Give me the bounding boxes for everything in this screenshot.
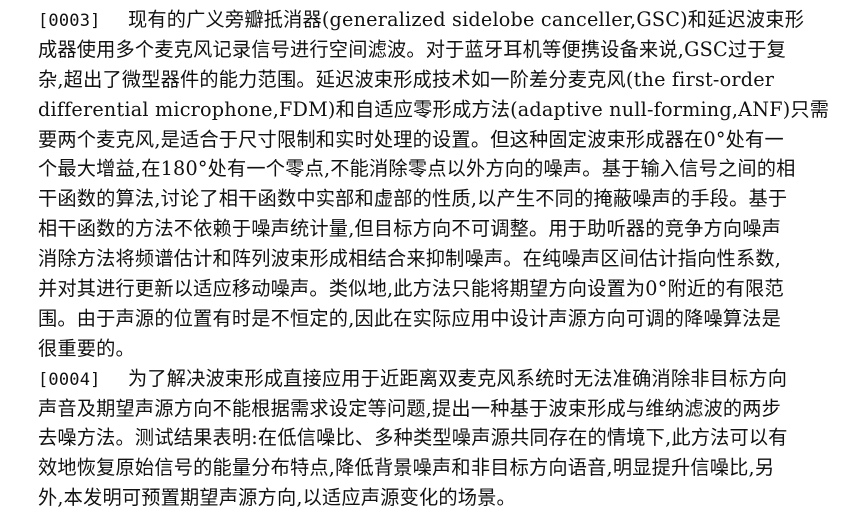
- paragraph-0003-line-5: 要两个麦克风,是适合于尺寸限制和实时处理的设置。但这种固定波束形成器在0°处有一: [38, 127, 784, 151]
- paragraph-0003-line-8: 相干函数的方法不依赖于噪声统计量,但目标方向不可调整。用于助听器的竞争方向噪声: [38, 217, 782, 241]
- document-page: [0003] 现有的广义旁瓣抵消器(generalized sidelobe ca…: [38, 5, 830, 513]
- paragraph-0003-line-11: 围。由于声源的位置有时是不恒定的,因此在实际应用中设计声源方向可调的降噪算法是: [38, 306, 782, 330]
- paragraph-0003-line-2: 成器使用多个麦克风记录信号进行空间滤波。对于蓝牙耳机等便携设备来说,GSC过于复: [38, 37, 787, 61]
- paragraph-text: 为了解决波束形成直接应用于近距离双麦克风系统时无法准确消除非目标方向: [128, 366, 788, 390]
- paragraph-0003-line-9: 消除方法将频谱估计和阵列波束形成相结合来抑制噪声。在纯噪声区间估计指向性系数,: [38, 247, 782, 271]
- paragraph-0003-line-4: differential microphone,FDM)和自适应零形成方法(ad…: [38, 97, 830, 121]
- paragraph-0004-line-5: 外,本发明可预置期望声源方向,以适应声源变化的场景。: [38, 486, 516, 510]
- paragraph-number: [0003]: [38, 11, 101, 31]
- paragraph-0003-line-10: 并对其进行更新以适应移动噪声。类似地,此方法只能将期望方向设置为0°附近的有限范: [38, 277, 784, 301]
- paragraph-text: 现有的广义旁瓣抵消器(generalized sidelobe cancelle…: [128, 8, 805, 31]
- paragraph-number: [0004]: [38, 369, 101, 390]
- paragraph-0003-line-3: 杂,超出了微型器件的能力范围。延迟波束形成技术如一阶差分麦克风(the firs…: [38, 67, 775, 91]
- paragraph-0004-line-4: 效地恢复原始信号的能量分布特点,降低背景噪声和非目标方向语音,明显提升信噪比,另: [38, 456, 775, 480]
- paragraph-0004-line-3: 去噪方法。测试结果表明:在低信噪比、多种类型噪声源共同存在的情境下,此方法可以有: [38, 426, 788, 450]
- paragraph-0003-line-6: 个最大增益,在180°处有一个零点,不能消除零点以外方向的噪声。基于输入信号之间…: [38, 157, 796, 181]
- paragraph-0003-line-12: 很重要的。: [38, 336, 135, 360]
- paragraph-0004-line-2: 声音及期望声源方向不能根据需求设定等问题,提出一种基于波束形成与维纳滤波的两步: [38, 396, 782, 420]
- paragraph-0003-line-1: [0003] 现有的广义旁瓣抵消器(generalized sidelobe ca…: [38, 5, 828, 35]
- paragraph-0004-line-1: [0004] 为了解决波束形成直接应用于近距离双麦克风系统时无法准确消除非目标方向: [38, 364, 828, 394]
- paragraph-0003-line-7: 干函数的算法,讨论了相干函数中实部和虚部的性质,以产生不同的掩蔽噪声的手段。基于: [38, 187, 788, 211]
